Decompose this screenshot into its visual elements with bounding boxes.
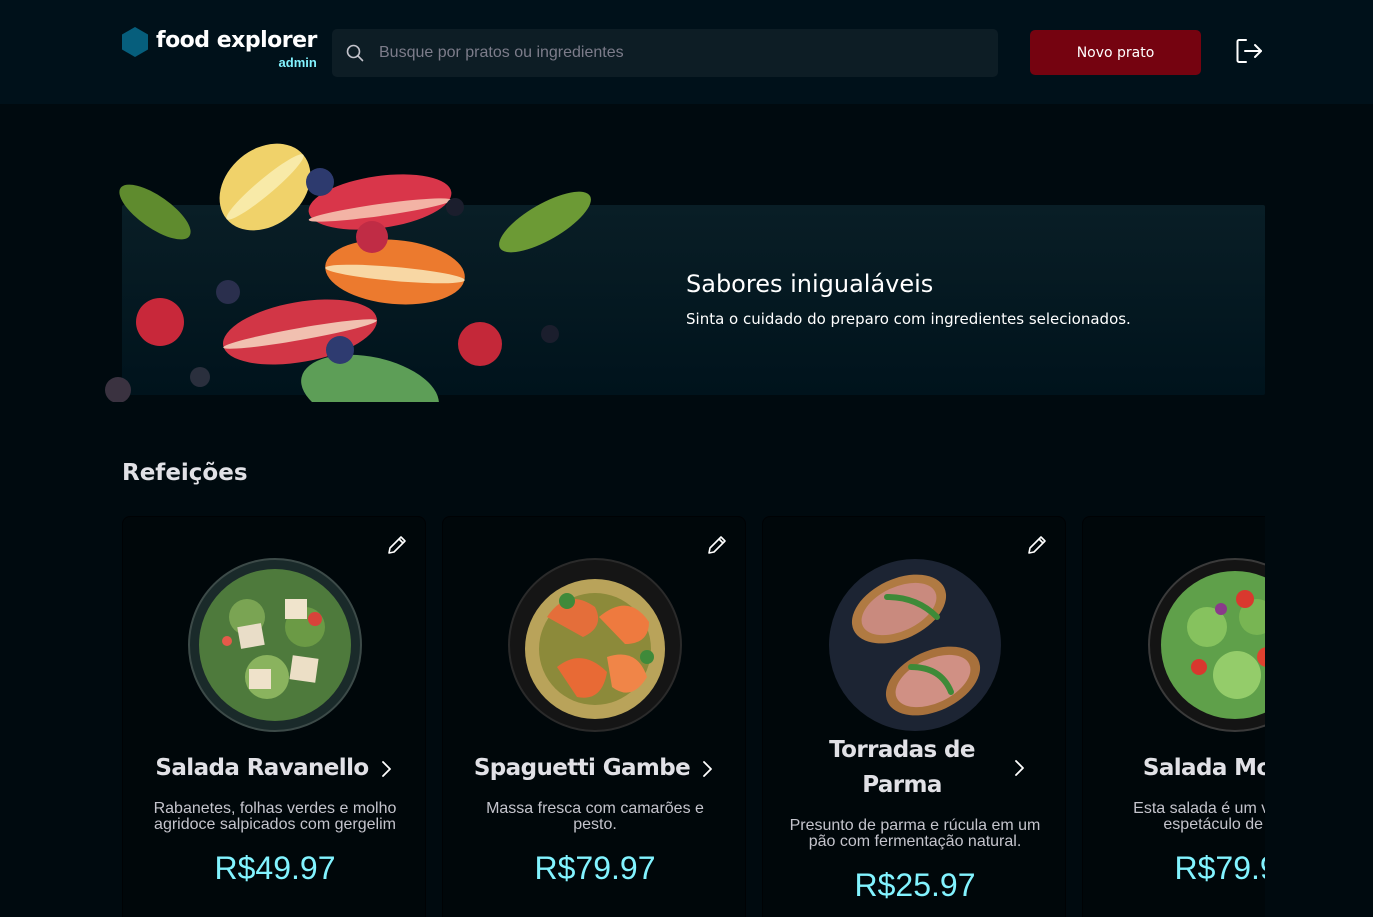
dish-price: R$79.97 bbox=[1174, 850, 1266, 886]
hexagon-logo-icon bbox=[122, 27, 148, 57]
chevron-right-icon[interactable] bbox=[1010, 759, 1028, 777]
sign-out-icon[interactable] bbox=[1234, 36, 1264, 66]
dish-price: R$25.97 bbox=[854, 867, 976, 903]
brand-name: food explorer bbox=[156, 28, 317, 53]
banner-subtitle: Sinta o cuidado do preparo com ingredien… bbox=[686, 310, 1131, 328]
edit-pencil-icon[interactable] bbox=[1025, 533, 1049, 557]
dish-description: Esta salada é um verdadeiro espetáculo d… bbox=[1133, 800, 1265, 833]
dish-name[interactable]: Torradas de Parma bbox=[802, 733, 1002, 803]
macarons-illustration bbox=[105, 143, 591, 402]
dish-image[interactable] bbox=[827, 557, 1003, 733]
edit-pencil-icon[interactable] bbox=[705, 533, 729, 557]
banner-title: Sabores inigualáveis bbox=[686, 270, 934, 298]
dish-image[interactable] bbox=[507, 557, 683, 733]
dish-name[interactable]: Salada Ravanello bbox=[155, 751, 369, 786]
search-icon bbox=[346, 44, 364, 62]
chevron-right-icon[interactable] bbox=[377, 760, 395, 778]
section-title-meals: Refeições bbox=[122, 460, 248, 486]
dish-name[interactable]: Salada Molla bbox=[1143, 751, 1265, 786]
dish-price: R$49.97 bbox=[214, 850, 336, 886]
dish-card[interactable]: Spaguetti Gambe Massa fresca com camarõe… bbox=[442, 516, 746, 917]
dishes-carousel: Salada Ravanello Rabanetes, folhas verde… bbox=[122, 516, 1265, 917]
dish-card[interactable]: Salada Ravanello Rabanetes, folhas verde… bbox=[122, 516, 426, 917]
dish-description: Rabanetes, folhas verdes e molho agridoc… bbox=[153, 800, 397, 833]
dish-price: R$79.97 bbox=[534, 850, 656, 886]
search-bar[interactable] bbox=[332, 29, 998, 77]
edit-pencil-icon[interactable] bbox=[385, 533, 409, 557]
new-dish-button[interactable]: Novo prato bbox=[1030, 30, 1201, 75]
dish-card[interactable]: Salada Molla Esta salada é um verdadeiro… bbox=[1082, 516, 1265, 917]
role-badge: admin bbox=[278, 55, 317, 70]
search-input[interactable] bbox=[379, 44, 979, 62]
dish-description: Presunto de parma e rúcula em um pão com… bbox=[789, 817, 1041, 850]
dish-image[interactable] bbox=[1147, 557, 1265, 733]
dish-name[interactable]: Spaguetti Gambe bbox=[474, 751, 691, 786]
app-header: food explorer admin Novo prato bbox=[0, 0, 1373, 104]
dish-card[interactable]: Torradas de Parma Presunto de parma e rú… bbox=[762, 516, 1066, 917]
chevron-right-icon[interactable] bbox=[698, 760, 716, 778]
dish-image[interactable] bbox=[187, 557, 363, 733]
brand-logo[interactable]: food explorer admin bbox=[122, 26, 317, 70]
dish-description: Massa fresca com camarões e pesto. bbox=[486, 800, 704, 833]
